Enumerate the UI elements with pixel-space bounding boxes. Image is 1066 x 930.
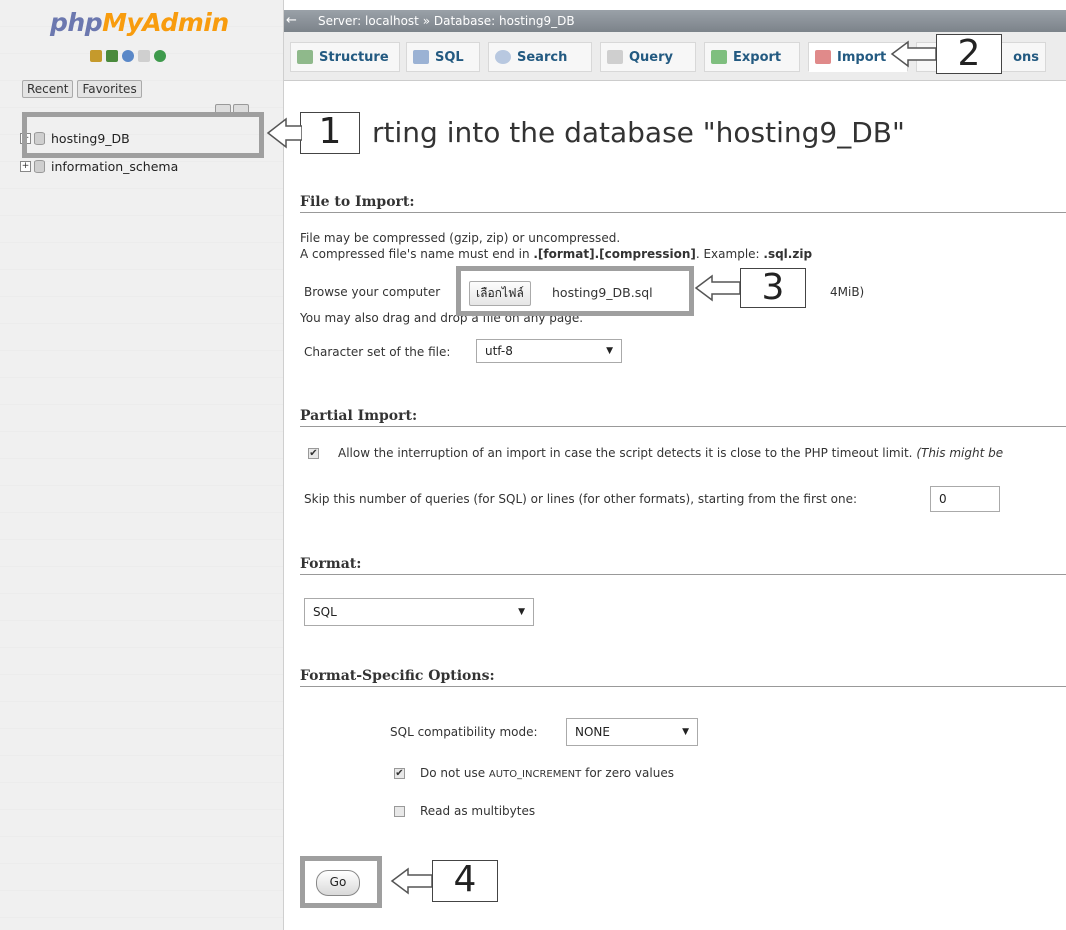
page-title: rting into the database "hosting9_DB" — [372, 116, 905, 149]
section-title-file: File to Import: — [300, 194, 415, 210]
annotation-box-1 — [22, 112, 264, 158]
tab-structure[interactable]: Structure — [290, 42, 400, 72]
charset-select[interactable]: utf-8 ▼ — [476, 339, 622, 363]
navigation-panel: phpMyAdmin Recent Favorites + hosting9_D… — [0, 0, 284, 930]
section-title-options: Format-Specific Options: — [300, 668, 495, 684]
tab-sql[interactable]: SQL — [406, 42, 480, 72]
database-icon — [34, 159, 45, 173]
chevron-down-icon: ▼ — [518, 607, 525, 617]
skip-queries-input[interactable]: 0 — [930, 486, 1000, 512]
sql-icon — [413, 50, 429, 64]
compat-mode-value: NONE — [575, 725, 610, 739]
allow-interrupt-checkbox[interactable]: ✔ — [308, 448, 319, 459]
logo-my: My — [102, 8, 143, 37]
breadcrumb-database[interactable]: Database: hosting9_DB — [434, 14, 575, 28]
selected-file-name: hosting9_DB.sql — [552, 285, 653, 300]
browse-label: Browse your computer — [304, 285, 441, 299]
structure-icon — [297, 50, 313, 64]
export-icon — [711, 50, 727, 64]
annotation-callout-2: 2 — [890, 34, 1002, 74]
tab-label: ons — [1013, 49, 1039, 65]
charset-value: utf-8 — [485, 344, 513, 358]
no-auto-suffix: for zero values — [581, 766, 674, 780]
chevron-down-icon: ▼ — [606, 346, 613, 356]
breadcrumb: ← Server: localhost » Database: hosting9… — [284, 10, 1066, 32]
tab-label: Query — [629, 49, 674, 65]
nav-tabs: Recent Favorites — [22, 80, 142, 98]
import-icon — [815, 50, 831, 64]
tab-label: Search — [517, 49, 568, 65]
annotation-callout-4: 4 — [390, 860, 498, 902]
tab-recent[interactable]: Recent — [22, 80, 74, 98]
choose-file-button[interactable]: เลือกไฟล์ — [469, 281, 531, 306]
no-auto-increment-checkbox[interactable]: ✔ — [394, 768, 405, 779]
expand-icon[interactable]: + — [20, 160, 31, 172]
multibytes-label: Read as multibytes — [420, 804, 536, 818]
charset-label: Character set of the file: — [304, 345, 451, 359]
section-divider — [300, 574, 1066, 575]
home-icon[interactable] — [90, 50, 102, 62]
no-auto-increment-label: Do not use AUTO_INCREMENT for zero value… — [420, 766, 674, 780]
chevron-down-icon: ▼ — [682, 727, 689, 737]
allow-interrupt-note: (This might be — [916, 446, 1004, 460]
tree-item-label[interactable]: information_schema — [51, 159, 178, 174]
compression-note: File may be compressed (gzip, zip) or un… — [300, 231, 621, 245]
format-value: SQL — [313, 605, 337, 619]
section-divider — [300, 426, 1066, 427]
logo-admin: Admin — [142, 8, 229, 37]
filename-format: .[format].[compression] — [533, 247, 696, 261]
compat-mode-select[interactable]: NONE ▼ — [566, 718, 698, 746]
no-auto-code: AUTO_INCREMENT — [488, 769, 582, 780]
arrow-left-icon — [694, 270, 741, 306]
nav-icon-row — [90, 50, 166, 62]
collapse-nav-icon[interactable]: ← — [286, 10, 297, 32]
arrow-left-icon — [390, 863, 433, 899]
allow-interrupt-label: Allow the interruption of an import in c… — [338, 446, 1003, 460]
section-title-format: Format: — [300, 556, 362, 572]
tree-item-information-schema[interactable]: + information_schema — [20, 156, 178, 176]
filename-note: A compressed file's name must end in .[f… — [300, 247, 812, 261]
tab-label: Structure — [319, 49, 389, 65]
annotation-number: 2 — [936, 34, 1002, 74]
tab-label: SQL — [435, 49, 464, 65]
phpmyadmin-logo[interactable]: phpMyAdmin — [50, 8, 229, 37]
skip-label: Skip this number of queries (for SQL) or… — [304, 492, 858, 506]
filename-example: . Example: — [695, 247, 764, 261]
logo-php: php — [50, 8, 103, 37]
arrow-left-icon — [890, 36, 937, 72]
query-icon — [607, 50, 623, 64]
go-button[interactable]: Go — [316, 870, 360, 896]
filename-ext: .sql.zip — [763, 247, 813, 261]
no-auto-prefix: Do not use — [420, 766, 489, 780]
search-icon — [495, 50, 511, 64]
tab-favorites[interactable]: Favorites — [77, 80, 142, 98]
annotation-number: 3 — [740, 268, 806, 308]
allow-interrupt-text: Allow the interruption of an import in c… — [338, 446, 913, 460]
multibytes-checkbox[interactable] — [394, 806, 405, 817]
section-divider — [300, 686, 1066, 687]
filename-note-prefix: A compressed file's name must end in — [300, 247, 534, 261]
breadcrumb-items: Server: localhost » Database: hosting9_D… — [318, 10, 575, 32]
help-icon[interactable] — [122, 50, 134, 62]
docs-icon[interactable] — [138, 50, 150, 62]
compat-mode-label: SQL compatibility mode: — [390, 725, 538, 739]
section-divider — [300, 212, 1066, 213]
tab-label: Import — [837, 49, 887, 65]
breadcrumb-separator: » — [422, 14, 431, 28]
main-content: rting into the database "hosting9_DB" Fi… — [284, 80, 1066, 930]
breadcrumb-server[interactable]: Server: localhost — [318, 14, 419, 28]
logout-icon[interactable] — [106, 50, 118, 62]
annotation-callout-3: 3 — [694, 268, 806, 308]
max-size-label: 4MiB) — [830, 285, 865, 299]
tab-search[interactable]: Search — [488, 42, 592, 72]
section-title-partial: Partial Import: — [300, 408, 418, 424]
format-select[interactable]: SQL ▼ — [304, 598, 534, 626]
tab-label: Export — [733, 49, 782, 65]
tab-query[interactable]: Query — [600, 42, 696, 72]
tab-export[interactable]: Export — [704, 42, 800, 72]
reload-icon[interactable] — [154, 50, 166, 62]
annotation-number: 4 — [432, 860, 498, 902]
